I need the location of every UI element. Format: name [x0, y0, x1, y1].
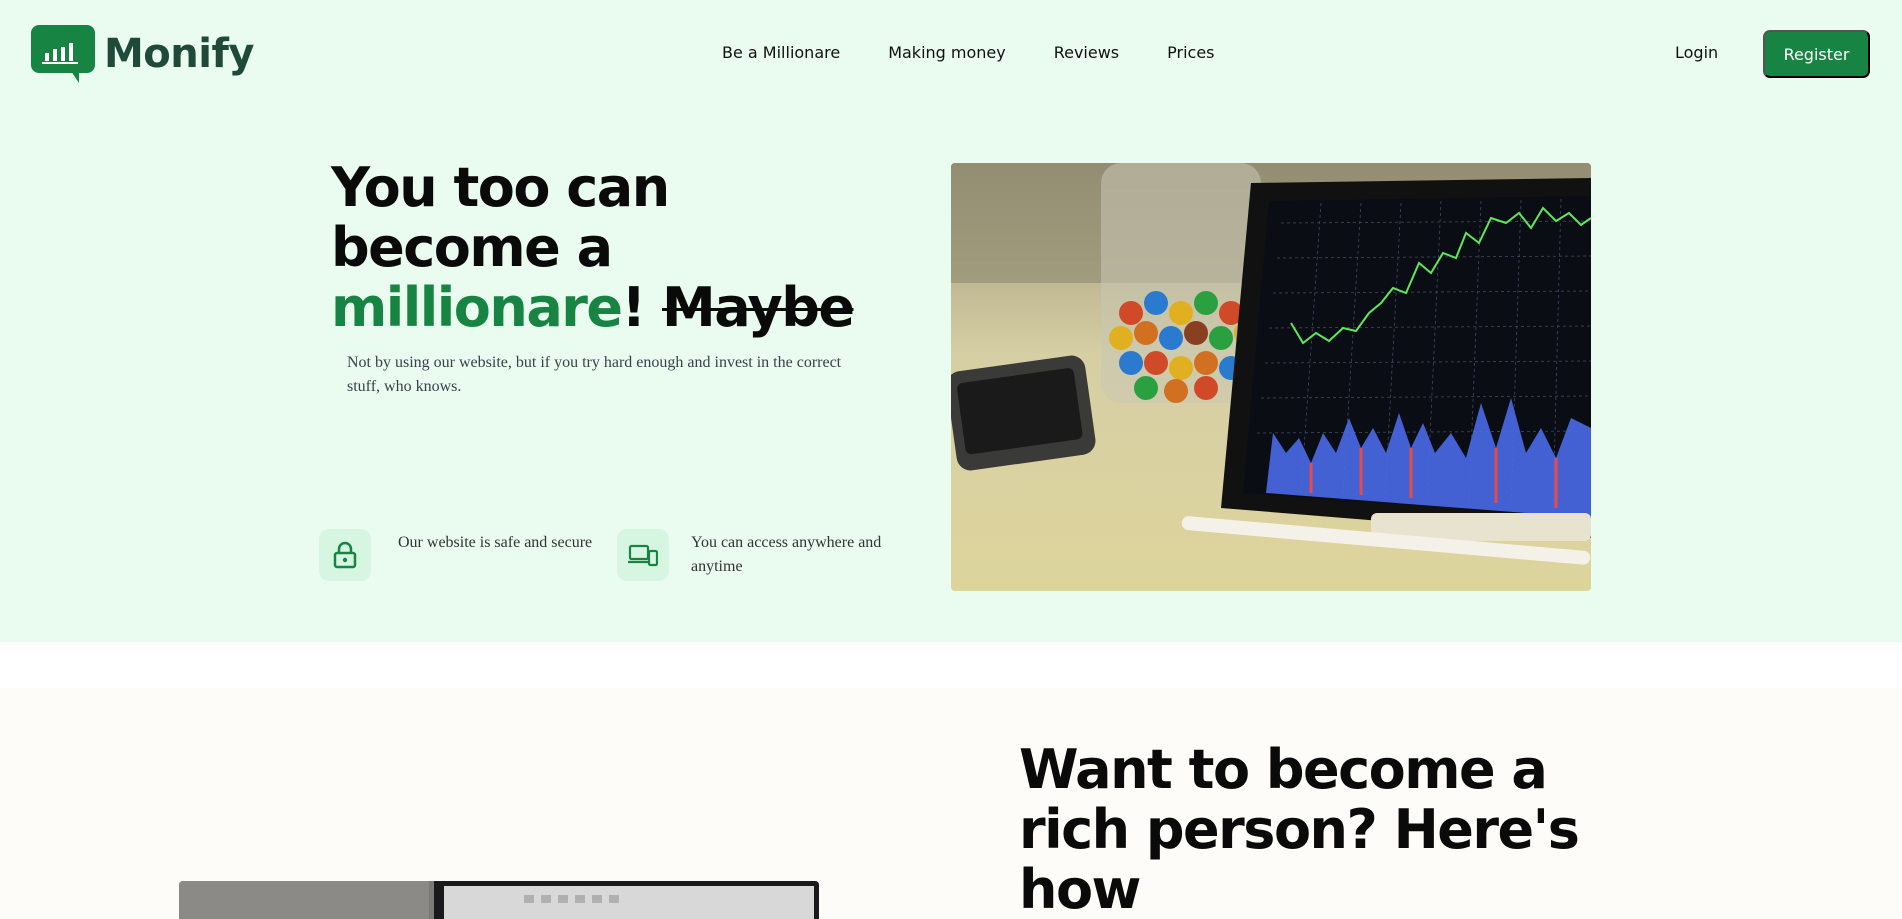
lock-icon: [319, 529, 371, 581]
login-link[interactable]: Login: [1675, 43, 1718, 62]
nav-item-reviews[interactable]: Reviews: [1054, 43, 1119, 62]
hero-headline: You too can become a millionare! Maybe: [331, 158, 891, 338]
site-header: Monify Be a Millionare Making money Revi…: [0, 0, 1902, 110]
headline-strikethrough: Maybe: [661, 276, 855, 339]
devices-icon: [617, 529, 669, 581]
feature-access: You can access anywhere and anytime: [617, 529, 911, 581]
feature-secure: Our website is safe and secure: [319, 529, 618, 581]
nav-item-making-money[interactable]: Making money: [888, 43, 1006, 62]
hero-subtext: Not by using our website, but if you try…: [347, 354, 842, 395]
section2-heading: Want to become a rich person? Here's how: [1019, 738, 1580, 919]
headline-highlight: millionare: [331, 276, 623, 339]
headline-text: You too can become a: [331, 156, 670, 279]
headline-exclaim: !: [621, 276, 662, 339]
tablet-stock-chart-photo: [951, 163, 1591, 591]
bar-chart-chat-icon: [31, 25, 95, 83]
logo-text: Monify: [104, 31, 254, 77]
feature-access-text: You can access anywhere and anytime: [691, 534, 882, 575]
logo[interactable]: Monify: [31, 25, 254, 83]
feature-secure-text: Our website is safe and secure: [398, 534, 593, 551]
nav-item-be-a-millionare[interactable]: Be a Millionare: [722, 43, 840, 62]
laptop-photo: [179, 881, 819, 919]
main-nav: Be a Millionare Making money Reviews Pri…: [722, 43, 1215, 62]
nav-item-prices[interactable]: Prices: [1167, 43, 1214, 62]
register-button[interactable]: Register: [1763, 30, 1870, 78]
